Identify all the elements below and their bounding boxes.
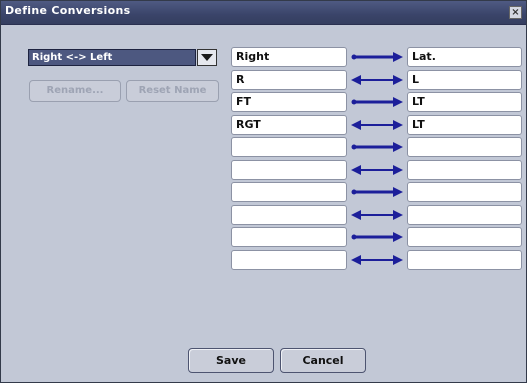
left-term-field[interactable] — [231, 182, 347, 202]
left-term-field[interactable] — [231, 137, 347, 157]
dialog-title: Define Conversions — [5, 4, 131, 17]
two-way-arrow-icon[interactable] — [348, 160, 406, 180]
left-term-field[interactable]: RGT — [231, 115, 347, 135]
conversion-set-select[interactable]: Right <-> Left — [28, 49, 218, 66]
right-term-field[interactable] — [407, 250, 522, 270]
title-bar[interactable]: Define Conversions × — [1, 1, 526, 25]
two-way-arrow-icon[interactable] — [348, 250, 406, 270]
one-way-arrow-icon[interactable] — [348, 92, 406, 112]
one-way-arrow-icon[interactable] — [348, 137, 406, 157]
left-term-field[interactable] — [231, 160, 347, 180]
close-icon[interactable]: × — [509, 6, 522, 19]
cancel-button[interactable]: Cancel — [280, 348, 366, 373]
right-term-field[interactable] — [407, 160, 522, 180]
right-term-field[interactable] — [407, 205, 522, 225]
right-term-field[interactable] — [407, 137, 522, 157]
right-term-field[interactable] — [407, 227, 522, 247]
two-way-arrow-icon[interactable] — [348, 70, 406, 90]
right-term-field[interactable]: L — [407, 70, 522, 90]
save-button[interactable]: Save — [188, 348, 274, 373]
two-way-arrow-icon[interactable] — [348, 205, 406, 225]
reset-name-button[interactable]: Reset Name — [126, 80, 219, 102]
right-term-field[interactable] — [407, 182, 522, 202]
right-term-field[interactable]: LT — [407, 115, 522, 135]
chevron-down-icon[interactable] — [197, 49, 217, 66]
left-term-field[interactable]: Right — [231, 47, 347, 67]
left-term-field[interactable]: R — [231, 70, 347, 90]
define-conversions-dialog: Define Conversions × Right <-> Left Rena… — [0, 0, 527, 383]
conversion-set-value[interactable]: Right <-> Left — [28, 49, 196, 66]
right-term-field[interactable]: Lat. — [407, 47, 522, 67]
one-way-arrow-icon[interactable] — [348, 182, 406, 202]
left-term-field[interactable]: FT — [231, 92, 347, 112]
left-term-field[interactable] — [231, 250, 347, 270]
one-way-arrow-icon[interactable] — [348, 227, 406, 247]
rename-button[interactable]: Rename... — [29, 80, 121, 102]
right-term-field[interactable]: LT — [407, 92, 522, 112]
one-way-arrow-icon[interactable] — [348, 47, 406, 67]
left-term-field[interactable] — [231, 205, 347, 225]
left-term-field[interactable] — [231, 227, 347, 247]
two-way-arrow-icon[interactable] — [348, 115, 406, 135]
